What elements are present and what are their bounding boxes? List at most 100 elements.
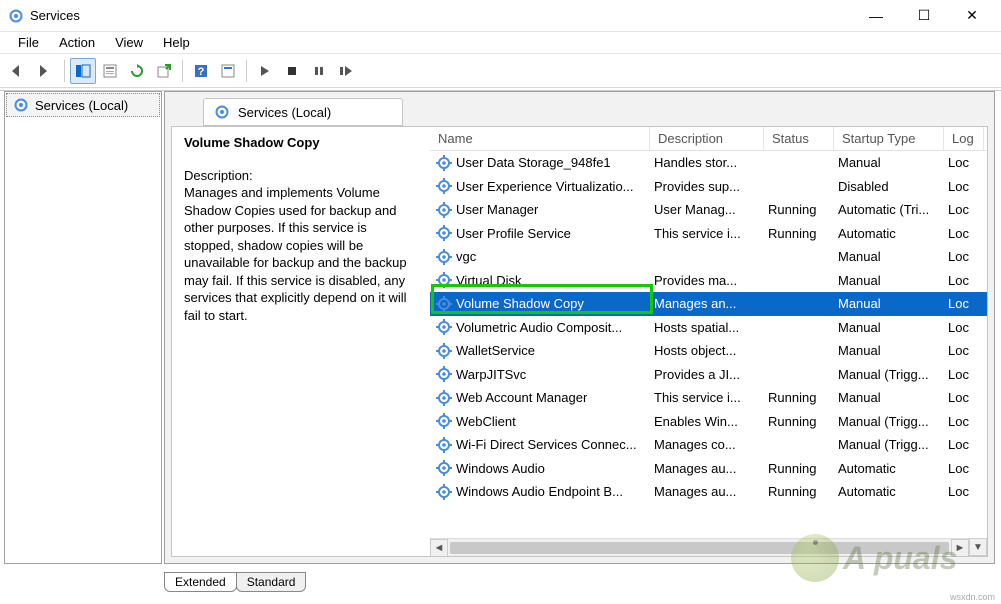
pane-title: Services (Local) xyxy=(238,105,331,120)
restart-service-button[interactable] xyxy=(333,58,359,84)
service-startup: Manual (Trigg... xyxy=(834,414,944,429)
show-action-pane-button[interactable] xyxy=(215,58,241,84)
content-area: Services (Local) Services (Local) Volume… xyxy=(0,90,1001,564)
show-hide-tree-button[interactable] xyxy=(70,58,96,84)
close-button[interactable]: ✕ xyxy=(957,5,987,27)
list-header: Name Description Status Startup Type Log xyxy=(430,127,987,151)
service-name: Web Account Manager xyxy=(456,390,587,405)
tree-root-label: Services (Local) xyxy=(35,98,128,113)
back-button[interactable] xyxy=(6,58,32,84)
service-name: User Experience Virtualizatio... xyxy=(456,179,634,194)
service-name: WalletService xyxy=(456,343,535,358)
minimize-button[interactable]: — xyxy=(861,5,891,27)
service-row[interactable]: User Profile ServiceThis service i...Run… xyxy=(430,222,987,246)
titlebar: Services — ☐ ✕ xyxy=(0,0,1001,32)
stop-service-button[interactable] xyxy=(279,58,305,84)
service-row[interactable]: vgcManualLoc xyxy=(430,245,987,269)
service-startup: Automatic (Tri... xyxy=(834,202,944,217)
service-name: Windows Audio xyxy=(456,461,545,476)
toolbar: ? xyxy=(0,54,1001,88)
service-gear-icon xyxy=(436,319,452,335)
service-gear-icon xyxy=(436,272,452,288)
service-startup: Automatic xyxy=(834,461,944,476)
service-logon: Loc xyxy=(944,484,984,499)
scroll-down-arrow[interactable]: ▼ xyxy=(969,538,987,556)
service-logon: Loc xyxy=(944,437,984,452)
maximize-button[interactable]: ☐ xyxy=(909,5,939,27)
service-row[interactable]: Volumetric Audio Composit...Hosts spatia… xyxy=(430,316,987,340)
service-startup: Manual xyxy=(834,273,944,288)
col-header-name[interactable]: Name xyxy=(430,127,650,150)
service-status: Running xyxy=(764,202,834,217)
pause-service-button[interactable] xyxy=(306,58,332,84)
service-row[interactable]: Windows Audio Endpoint B...Manages au...… xyxy=(430,480,987,504)
scroll-left-arrow[interactable]: ◄ xyxy=(430,539,448,557)
service-logon: Loc xyxy=(944,202,984,217)
properties-button[interactable] xyxy=(97,58,123,84)
pane-body: Volume Shadow Copy Description: Manages … xyxy=(171,126,988,557)
window-title: Services xyxy=(30,8,80,23)
service-row[interactable]: Volume Shadow CopyManages an...ManualLoc xyxy=(430,292,987,316)
menu-action[interactable]: Action xyxy=(49,35,105,50)
col-header-status[interactable]: Status xyxy=(764,127,834,150)
service-description: User Manag... xyxy=(650,202,764,217)
pane-header: Services (Local) xyxy=(203,98,403,126)
start-service-button[interactable] xyxy=(252,58,278,84)
service-row[interactable]: Wi-Fi Direct Services Connec...Manages c… xyxy=(430,433,987,457)
list-rows: User Data Storage_948fe1Handles stor...M… xyxy=(430,151,987,504)
col-header-startup[interactable]: Startup Type xyxy=(834,127,944,150)
forward-button[interactable] xyxy=(33,58,59,84)
service-row[interactable]: User ManagerUser Manag...RunningAutomati… xyxy=(430,198,987,222)
scroll-right-arrow[interactable]: ► xyxy=(951,539,969,557)
tree-root-services[interactable]: Services (Local) xyxy=(6,93,160,117)
service-name: User Data Storage_948fe1 xyxy=(456,155,611,170)
service-gear-icon xyxy=(436,178,452,194)
service-row[interactable]: User Data Storage_948fe1Handles stor...M… xyxy=(430,151,987,175)
col-header-description[interactable]: Description xyxy=(650,127,764,150)
menu-help[interactable]: Help xyxy=(153,35,200,50)
service-startup: Disabled xyxy=(834,179,944,194)
service-description: This service i... xyxy=(650,226,764,241)
tab-extended[interactable]: Extended xyxy=(164,572,237,592)
service-description: Hosts object... xyxy=(650,343,764,358)
service-row[interactable]: WalletServiceHosts object...ManualLoc xyxy=(430,339,987,363)
services-icon xyxy=(8,8,24,24)
service-gear-icon xyxy=(436,202,452,218)
service-gear-icon xyxy=(436,366,452,382)
service-row[interactable]: WarpJITSvcProvides a JI...Manual (Trigg.… xyxy=(430,363,987,387)
service-logon: Loc xyxy=(944,296,984,311)
service-startup: Automatic xyxy=(834,226,944,241)
service-gear-icon xyxy=(436,155,452,171)
service-description: Provides a JI... xyxy=(650,367,764,382)
service-logon: Loc xyxy=(944,155,984,170)
help-button[interactable]: ? xyxy=(188,58,214,84)
service-name: Wi-Fi Direct Services Connec... xyxy=(456,437,637,452)
service-name: WebClient xyxy=(456,414,516,429)
service-name: Volumetric Audio Composit... xyxy=(456,320,622,335)
service-row[interactable]: WebClientEnables Win...RunningManual (Tr… xyxy=(430,410,987,434)
detail-desc-label: Description: xyxy=(184,168,418,183)
service-name: vgc xyxy=(456,249,476,264)
menu-file[interactable]: File xyxy=(8,35,49,50)
service-row[interactable]: Windows AudioManages au...RunningAutomat… xyxy=(430,457,987,481)
service-row[interactable]: Virtual DiskProvides ma...ManualLoc xyxy=(430,269,987,293)
col-header-logon[interactable]: Log xyxy=(944,127,984,150)
service-row[interactable]: User Experience Virtualizatio...Provides… xyxy=(430,175,987,199)
menu-view[interactable]: View xyxy=(105,35,153,50)
service-gear-icon xyxy=(436,484,452,500)
service-name: User Profile Service xyxy=(456,226,571,241)
service-startup: Manual xyxy=(834,320,944,335)
service-startup: Manual (Trigg... xyxy=(834,367,944,382)
scroll-thumb[interactable] xyxy=(450,542,949,554)
service-description: Manages an... xyxy=(650,296,764,311)
service-logon: Loc xyxy=(944,179,984,194)
service-logon: Loc xyxy=(944,461,984,476)
service-gear-icon xyxy=(436,413,452,429)
export-button[interactable] xyxy=(151,58,177,84)
refresh-button[interactable] xyxy=(124,58,150,84)
service-row[interactable]: Web Account ManagerThis service i...Runn… xyxy=(430,386,987,410)
service-startup: Manual xyxy=(834,155,944,170)
horizontal-scrollbar[interactable]: ◄ ► xyxy=(430,538,969,556)
service-gear-icon xyxy=(436,460,452,476)
tab-standard[interactable]: Standard xyxy=(236,572,307,592)
